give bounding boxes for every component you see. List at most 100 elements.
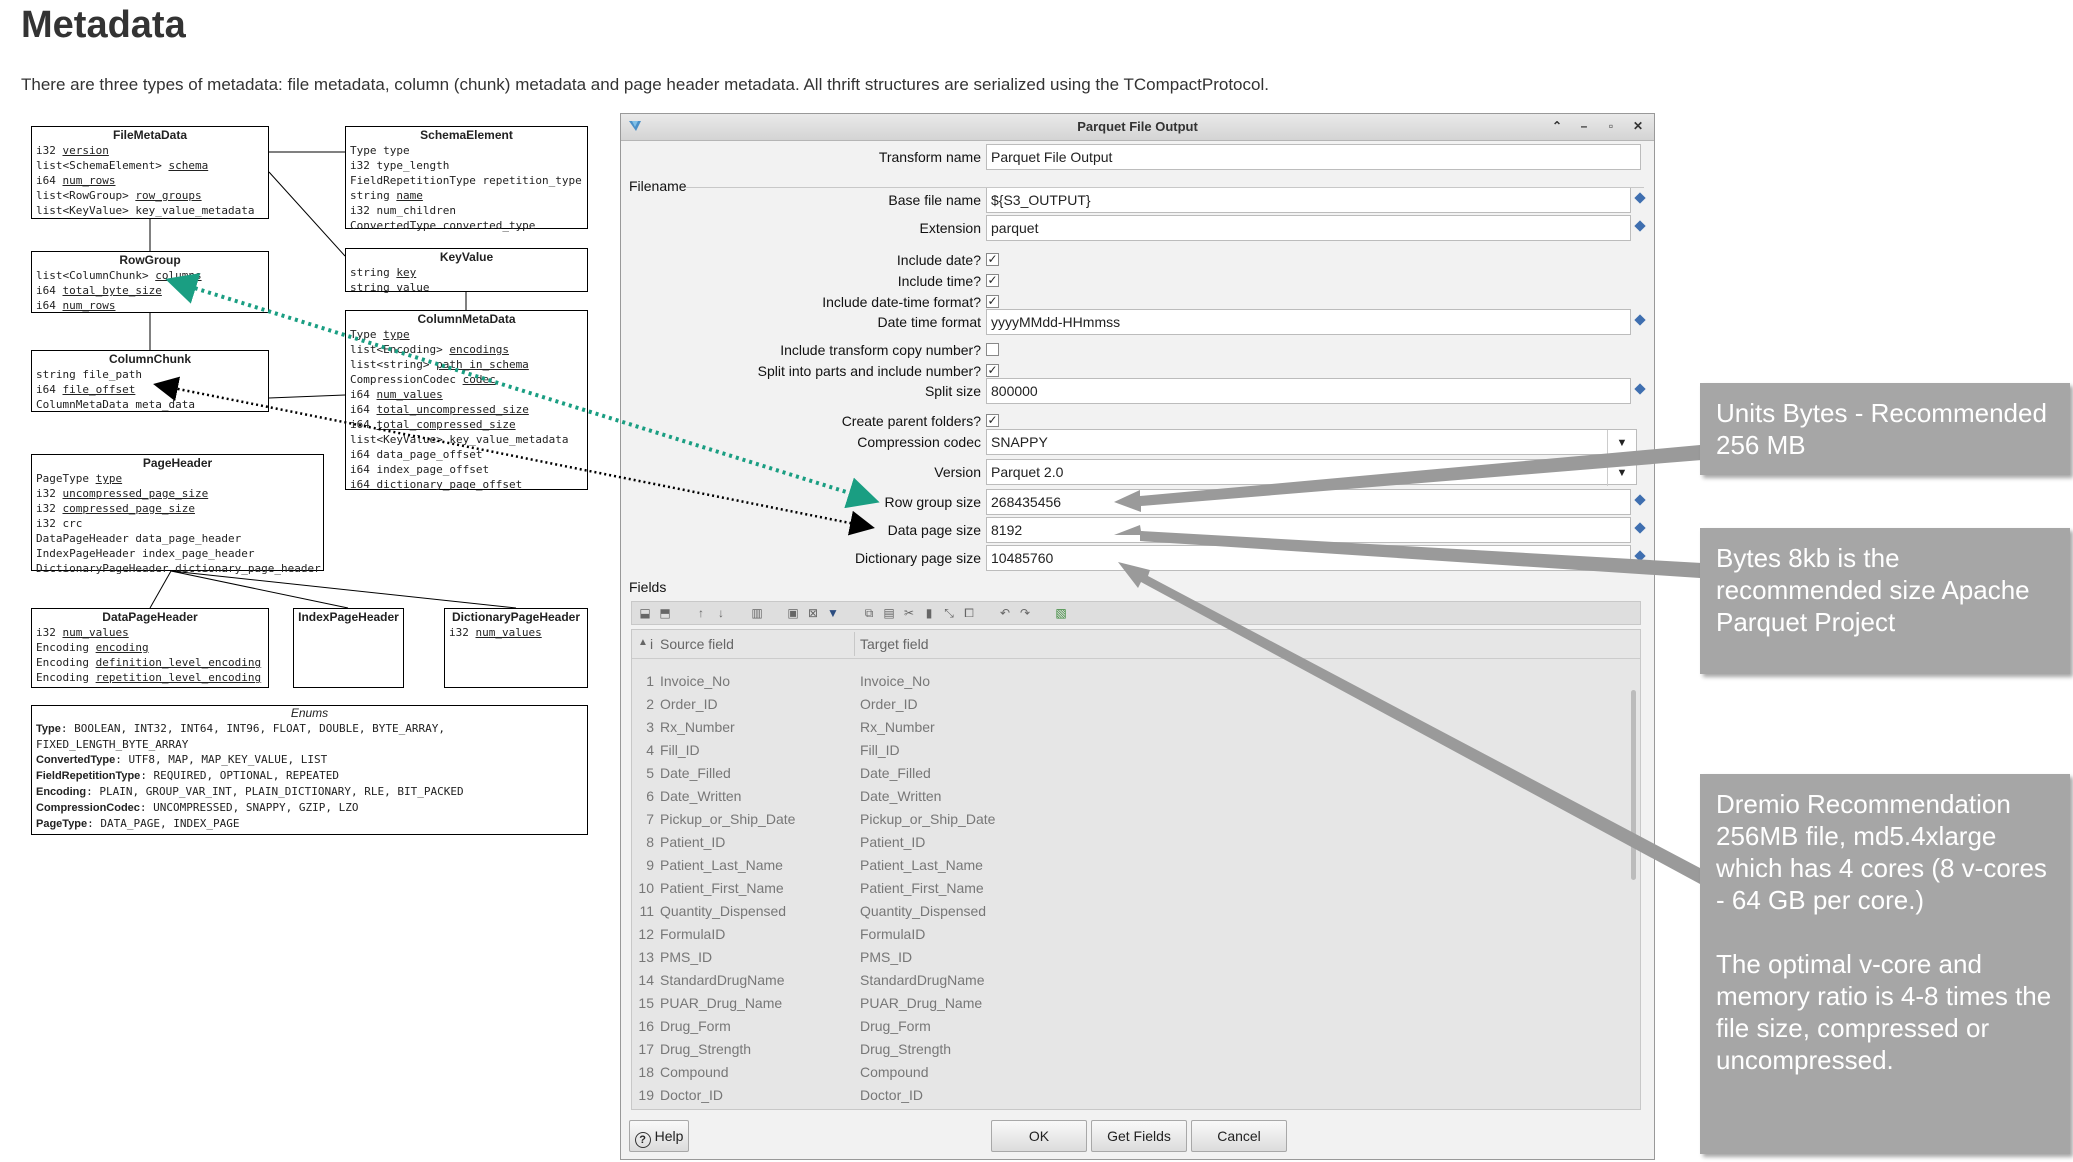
variable-icon[interactable] — [1634, 550, 1646, 562]
target-field-cell[interactable]: Patient_Last_Name — [860, 857, 983, 873]
ok-button[interactable]: OK — [991, 1120, 1087, 1152]
table-row[interactable]: 5 Date_Filled Date_Filled — [632, 762, 1626, 785]
get-fields-button[interactable]: Get Fields — [1091, 1120, 1187, 1152]
table-row[interactable]: 8 Patient_ID Patient_ID — [632, 831, 1626, 854]
table-row[interactable]: 10 Patient_First_Name Patient_First_Name — [632, 877, 1626, 900]
table-row[interactable]: 20Doctor_NameDoctor_Name — [632, 1107, 1626, 1109]
variable-icon[interactable] — [1634, 522, 1646, 534]
table-row[interactable]: 1 Invoice_No Invoice_No — [632, 670, 1626, 693]
window-maximize-icon[interactable]: ▫ — [1603, 118, 1619, 134]
variable-icon[interactable] — [1634, 383, 1646, 395]
target-field-cell[interactable]: Order_ID — [860, 696, 918, 712]
variable-icon[interactable] — [1634, 220, 1646, 232]
extension-input[interactable]: parquet — [986, 215, 1631, 241]
variable-icon[interactable] — [1634, 314, 1646, 326]
target-field-cell[interactable]: PMS_ID — [860, 949, 912, 965]
source-field-cell[interactable]: Drug_Strength — [660, 1041, 751, 1057]
window-minimize-icon[interactable]: – — [1576, 118, 1592, 134]
source-field-cell[interactable]: Fill_ID — [660, 742, 700, 758]
help-button[interactable]: ? Help — [629, 1120, 689, 1152]
dictionary-page-size-input[interactable]: 10485760 — [986, 545, 1631, 571]
target-field-cell[interactable]: PUAR_Drug_Name — [860, 995, 982, 1011]
move-down-icon[interactable]: ↓ — [714, 606, 728, 620]
cancel-button[interactable]: Cancel — [1191, 1120, 1287, 1152]
select-all-icon[interactable]: ▣ — [786, 606, 800, 620]
cut-icon[interactable]: ✂ — [902, 606, 916, 620]
dropdown-arrow-icon[interactable]: ▼ — [1607, 430, 1636, 456]
target-field-cell[interactable]: Drug_Strength — [860, 1041, 951, 1057]
filter-icon[interactable]: ▼ — [826, 606, 840, 620]
source-field-cell[interactable]: Invoice_No — [660, 673, 730, 689]
target-field-cell[interactable]: Drug_Form — [860, 1018, 931, 1034]
source-field-cell[interactable]: Patient_ID — [660, 834, 725, 850]
source-field-cell[interactable]: Date_Filled — [660, 765, 731, 781]
target-field-cell[interactable]: Doctor_ID — [860, 1087, 923, 1103]
target-field-cell[interactable]: Quantity_Dispensed — [860, 903, 986, 919]
table-row[interactable]: 3 Rx_Number Rx_Number — [632, 716, 1626, 739]
source-field-cell[interactable]: FormulaID — [660, 926, 725, 942]
delete-icon[interactable]: ▮ — [922, 606, 936, 620]
paste-icon[interactable]: ▤ — [882, 606, 896, 620]
include-datetime-format-checkbox[interactable]: ✓ — [986, 295, 999, 308]
target-field-cell[interactable]: Fill_ID — [860, 742, 900, 758]
table-row[interactable]: 7 Pickup_or_Ship_Date Pickup_or_Ship_Date — [632, 808, 1626, 831]
table-row[interactable]: 4 Fill_ID Fill_ID — [632, 739, 1626, 762]
redo-icon[interactable]: ↷ — [1018, 606, 1032, 620]
create-parent-folders-checkbox[interactable]: ✓ — [986, 414, 999, 427]
shrink-icon[interactable]: ⤡ — [942, 606, 956, 620]
copy-icon[interactable]: ⧉ — [862, 606, 876, 620]
undo-icon[interactable]: ↶ — [998, 606, 1012, 620]
transform-name-input[interactable]: Parquet File Output — [986, 144, 1641, 170]
datetime-format-input[interactable]: yyyyMMdd-HHmmss — [986, 309, 1631, 335]
data-page-size-input[interactable]: 8192 — [986, 517, 1631, 543]
target-field-cell[interactable]: Date_Filled — [860, 765, 931, 781]
split-parts-checkbox[interactable]: ✓ — [986, 364, 999, 377]
table-row[interactable]: 9 Patient_Last_Name Patient_Last_Name — [632, 854, 1626, 877]
source-field-cell[interactable]: Patient_Last_Name — [660, 857, 783, 873]
target-field-cell[interactable]: StandardDrugName — [860, 972, 985, 988]
table-row[interactable]: 18 Compound Compound — [632, 1061, 1626, 1084]
source-field-header[interactable]: Source field — [660, 636, 734, 652]
version-select[interactable]: Parquet 2.0 ▼ — [986, 459, 1637, 486]
source-field-cell[interactable]: Date_Written — [660, 788, 741, 804]
source-field-cell[interactable]: StandardDrugName — [660, 972, 785, 988]
target-field-cell[interactable]: FormulaID — [860, 926, 925, 942]
source-field-cell[interactable]: PMS_ID — [660, 949, 712, 965]
include-transform-copy-checkbox[interactable] — [986, 343, 999, 356]
export-icon[interactable]: ▧ — [1054, 606, 1068, 620]
split-size-input[interactable]: 800000 — [986, 378, 1631, 404]
target-field-cell[interactable]: Invoice_No — [860, 673, 930, 689]
source-field-cell[interactable]: Rx_Number — [660, 719, 735, 735]
target-field-cell[interactable]: Patient_ID — [860, 834, 925, 850]
source-field-cell[interactable]: Drug_Form — [660, 1018, 731, 1034]
move-up-icon[interactable]: ↑ — [694, 606, 708, 620]
source-field-cell[interactable]: Compound — [660, 1064, 729, 1080]
duplicate-icon[interactable]: ⧠ — [962, 606, 976, 620]
table-row[interactable]: 13 PMS_ID PMS_ID — [632, 946, 1626, 969]
dialog-titlebar[interactable]: Parquet File Output ⌃ – ▫ ✕ — [621, 114, 1654, 141]
row-group-size-input[interactable]: 268435456 — [986, 489, 1631, 515]
target-field-cell[interactable]: Compound — [860, 1064, 929, 1080]
variable-icon[interactable] — [1634, 494, 1646, 506]
include-time-checkbox[interactable]: ✓ — [986, 274, 999, 287]
source-field-cell[interactable]: Pickup_or_Ship_Date — [660, 811, 795, 827]
insert-row-icon[interactable]: ⬓ — [638, 606, 652, 620]
target-field-header[interactable]: Target field — [860, 636, 928, 652]
target-field-cell[interactable]: Pickup_or_Ship_Date — [860, 811, 995, 827]
table-row[interactable]: 12 FormulaID FormulaID — [632, 923, 1626, 946]
table-row[interactable]: 17 Drug_Strength Drug_Strength — [632, 1038, 1626, 1061]
target-field-cell[interactable]: Rx_Number — [860, 719, 935, 735]
source-field-cell[interactable]: Patient_First_Name — [660, 880, 784, 896]
delete-row-icon[interactable]: ⬒ — [658, 606, 672, 620]
sort-arrow-icon[interactable]: ▲ — [638, 637, 648, 648]
table-row[interactable]: 6 Date_Written Date_Written — [632, 785, 1626, 808]
table-row[interactable]: 16 Drug_Form Drug_Form — [632, 1015, 1626, 1038]
vertical-scrollbar[interactable] — [1631, 690, 1636, 880]
table-row[interactable]: 14 StandardDrugName StandardDrugName — [632, 969, 1626, 992]
source-field-cell[interactable]: PUAR_Drug_Name — [660, 995, 782, 1011]
table-row[interactable]: 11 Quantity_Dispensed Quantity_Dispensed — [632, 900, 1626, 923]
dropdown-arrow-icon[interactable]: ▼ — [1607, 460, 1636, 486]
table-row[interactable]: 19 Doctor_ID Doctor_ID — [632, 1084, 1626, 1107]
table-row[interactable]: 2 Order_ID Order_ID — [632, 693, 1626, 716]
window-close-icon[interactable]: ✕ — [1630, 118, 1646, 134]
